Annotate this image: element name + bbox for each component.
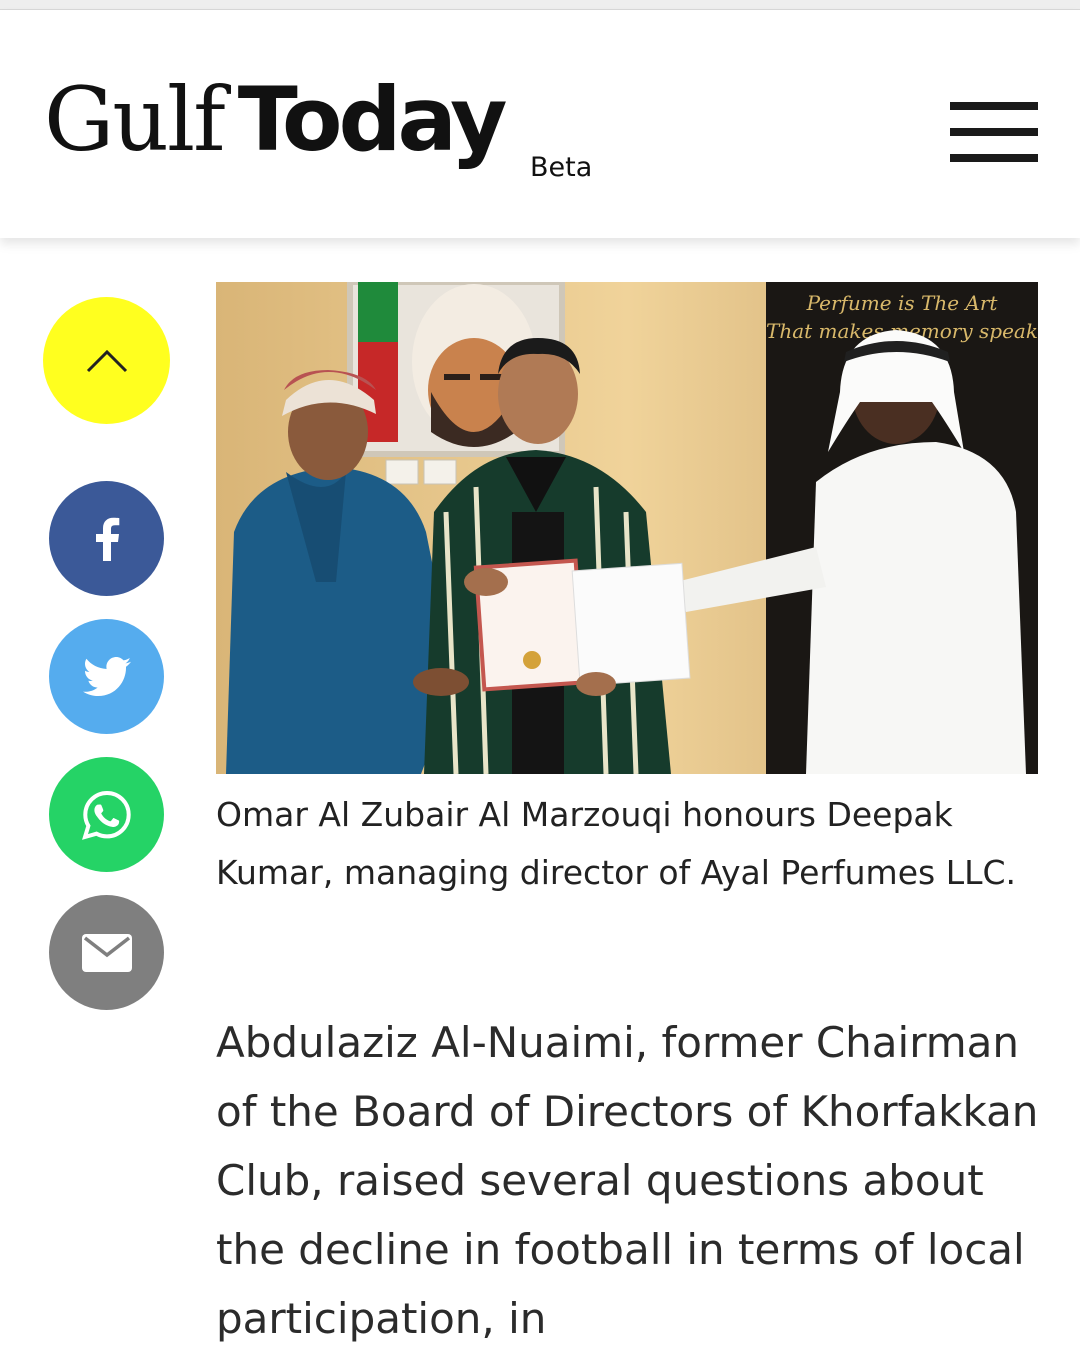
facebook-share-button[interactable] xyxy=(49,481,164,596)
whatsapp-icon xyxy=(81,790,131,840)
hamburger-menu-icon[interactable] xyxy=(950,102,1040,168)
beta-badge: Beta xyxy=(530,152,593,183)
menu-bar xyxy=(950,154,1038,162)
photo-scene: Perfume is The Art That makes memory spe… xyxy=(216,282,1038,774)
logo-gulf-text: Gulf xyxy=(44,68,226,171)
whatsapp-share-button[interactable] xyxy=(49,757,164,872)
twitter-icon xyxy=(82,656,131,696)
article-photo[interactable]: Perfume is The Art That makes memory spe… xyxy=(216,282,1038,774)
browser-top-strip xyxy=(0,0,1080,10)
menu-bar xyxy=(950,102,1038,110)
chevron-up-icon xyxy=(86,349,127,372)
menu-bar xyxy=(950,128,1038,136)
email-icon xyxy=(81,933,132,972)
email-share-button[interactable] xyxy=(49,895,164,1010)
banner-text-line1: Perfume is The Art xyxy=(806,291,999,315)
site-header: Gulf Today Beta xyxy=(0,10,1080,238)
photo-caption: Omar Al Zubair Al Marzouqi honours Deepa… xyxy=(216,795,1016,892)
logo-today-text: Today xyxy=(237,68,508,171)
article-body-paragraph: Abdulaziz Al-Nuaimi, former Chairman of … xyxy=(216,1018,1039,1343)
site-logo[interactable]: Gulf Today xyxy=(44,68,508,188)
twitter-share-button[interactable] xyxy=(49,619,164,734)
scroll-to-top-button[interactable] xyxy=(43,297,170,424)
facebook-icon xyxy=(95,517,119,561)
